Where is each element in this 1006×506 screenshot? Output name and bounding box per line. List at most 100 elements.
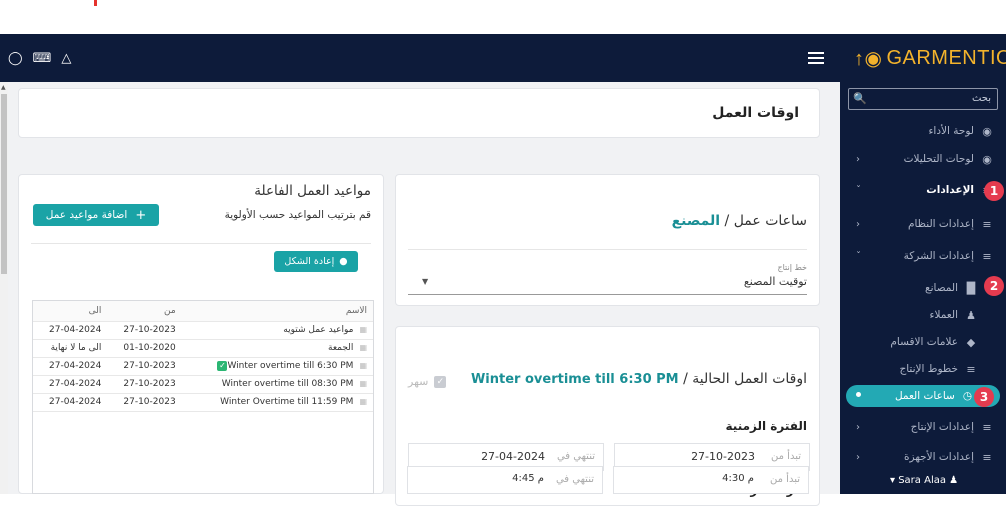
field-label: تبدأ من [771, 451, 801, 462]
chat-icon[interactable]: ◯ [8, 51, 23, 66]
sidebar-item-production-settings[interactable]: ≡ إعدادات الإنتاج ‹ [840, 416, 1006, 438]
sidebar-item-section-tags[interactable]: ◆ علامات الاقسام [840, 331, 1006, 353]
drag-handle-icon[interactable]: ▦ [359, 361, 367, 370]
logo-text: GARMENTIO [886, 46, 1006, 69]
scrollbar[interactable]: ▲ [0, 82, 8, 494]
row-name: Winter Overtime till 11:59 PM [220, 397, 354, 407]
table-row[interactable]: ▦ مواعيد عمل شتويه 27-10-2023 27-04-2024 [33, 321, 373, 340]
step-badge-2: 2 [984, 276, 1004, 296]
production-line-select[interactable]: توقيت المصنع ▼ [408, 273, 807, 295]
active-hours-table: الاسم من الى ▦ مواعيد عمل شتويه 27-10-202… [32, 300, 374, 494]
current-hours-title: اوقات العمل الحالية / Winter overtime ti… [471, 371, 807, 387]
table-row[interactable]: ▦ Winter overtime till 08:30 PM 27-10-202… [33, 375, 373, 394]
table-row[interactable]: ▦ ✓ Winter overtime till 6:30 PM 27-10-202… [33, 357, 373, 376]
select-value: توقيت المصنع [743, 275, 807, 288]
menu-toggle-icon[interactable] [808, 52, 824, 64]
step-badge-1: 1 [984, 181, 1004, 201]
row-from: 27-10-2023 [107, 375, 182, 394]
search-placeholder: بحث [971, 93, 991, 104]
search-input[interactable]: 🔍 بحث [848, 88, 998, 110]
lines-icon: ≡ [966, 362, 976, 376]
period-heading: الفترة الزمنية [725, 419, 807, 433]
row-from: 27-10-2023 [107, 357, 182, 376]
sidebar-item-analytics[interactable]: ◉ لوحات التحليلات ‹ [840, 148, 1006, 170]
sidebar: 🔍 بحث ◉ لوحة الأداء ◉ لوحات التحليلات ‹ ≡ ال… [840, 82, 1006, 494]
field-value: 27-04-2024 [481, 450, 545, 463]
active-hours-title: مواعيد العمل الفاعلة [254, 183, 371, 199]
red-mark [94, 0, 97, 6]
logo-icon: ↑◉ [854, 47, 883, 70]
sidebar-item-production-lines[interactable]: ≡ خطوط الإنتاج [840, 358, 1006, 380]
row-to: 27-04-2024 [33, 357, 108, 376]
sidebar-item-company-settings[interactable]: ≡ إعدادات الشركة ˇ [840, 245, 1006, 267]
divider [408, 249, 807, 250]
add-working-hours-button[interactable]: اضافة مواعيد عمل + [33, 204, 159, 226]
sidebar-item-clients[interactable]: ♟ العملاء [840, 304, 1006, 326]
chevron-down-icon: ˇ [856, 250, 861, 262]
drag-handle-icon[interactable]: ▦ [359, 343, 367, 352]
button-label: اضافة مواعيد عمل [45, 209, 128, 221]
sidebar-item-label: علامات الاقسام [890, 336, 958, 348]
top-icons: ◯ ⌨ △ [8, 34, 71, 82]
drag-handle-icon[interactable]: ▦ [359, 397, 367, 406]
table-row[interactable]: ▦ الجمعة 01-10-2020 الى ما لا نهاية [33, 339, 373, 358]
row-to: 27-04-2024 [33, 375, 108, 394]
factory-hours-title: ساعات عمل / المصنع [672, 213, 807, 229]
drag-handle-icon[interactable]: ▦ [359, 325, 367, 334]
user-name: Sara Alaa [898, 475, 946, 486]
chevron-left-icon: ‹ [856, 153, 860, 165]
active-hours-subtitle: قم بترتيب المواعيد حسب الأولوية [224, 209, 371, 221]
check-icon: ✓ [217, 361, 228, 371]
bell-icon[interactable]: △ [61, 51, 71, 66]
column-header-from: من [107, 301, 182, 322]
month-label: سهر [408, 375, 429, 388]
sidebar-item-factories[interactable]: █ المصانع [840, 277, 1006, 299]
field-value: 27-10-2023 [691, 450, 755, 463]
sidebar-item-label: لوحة الأداء [928, 125, 974, 137]
break-start-field[interactable]: تبدأ من 4:30 م [613, 466, 809, 494]
clock-icon: ◷ [962, 390, 972, 402]
break-end-field[interactable]: تنتهي في 4:45 م [407, 466, 603, 494]
field-value: 4:45 م [512, 473, 544, 484]
production-line-label: خط إنتاج [777, 263, 807, 272]
tag-icon: ◆ [966, 335, 976, 349]
app-logo[interactable]: ↑◉ GARMENTIO [854, 34, 1006, 82]
field-value: 4:30 م [722, 473, 754, 484]
field-label: تنتهي في [555, 474, 594, 485]
column-header-name: الاسم [181, 301, 373, 322]
scrollbar-thumb[interactable] [1, 94, 7, 274]
title-prefix: ساعات عمل / [724, 213, 807, 229]
field-label: تبدأ من [770, 474, 800, 485]
field-label: تنتهي في [556, 451, 595, 462]
divider [31, 243, 371, 244]
chevron-down-icon: ▾ [890, 475, 899, 486]
sidebar-item-label: الإعدادات [926, 184, 974, 196]
sidebar-item-device-settings[interactable]: ≡ إعدادات الأجهزة ‹ [840, 446, 1006, 468]
sidebar-item-dashboard[interactable]: ◉ لوحة الأداء [840, 120, 1006, 142]
factory-icon: █ [966, 281, 976, 295]
row-from: 01-10-2020 [107, 339, 182, 358]
sidebar-item-label: العملاء [929, 309, 958, 321]
chevron-left-icon: ‹ [856, 218, 860, 230]
sidebar-item-settings[interactable]: ≡الإعداداتˇ [840, 179, 1006, 201]
month-checkbox[interactable]: سهر ✓ [408, 375, 447, 388]
keyboard-icon[interactable]: ⌨ [33, 51, 52, 66]
sidebar-item-label: إعدادات النظام [907, 218, 974, 230]
user-menu[interactable]: ▾ Sara Alaa ♟ [890, 475, 958, 486]
sidebar-item-label: لوحات التحليلات [903, 153, 974, 165]
active-dot [856, 392, 861, 397]
table-row[interactable]: ▦ Winter Overtime till 11:59 PM 27-10-202… [33, 393, 373, 412]
button-label: إعادة الشكل [284, 256, 335, 267]
info-icon: ● [339, 256, 348, 267]
row-name: الجمعة [328, 343, 354, 353]
drag-handle-icon[interactable]: ▦ [359, 379, 367, 388]
factory-hours-card: ساعات عمل / المصنع خط إنتاج توقيت المصنع… [395, 174, 820, 306]
sliders-icon: ≡ [982, 420, 992, 434]
check-icon: ✓ [434, 375, 447, 388]
sidebar-item-label: إعدادات الإنتاج [910, 421, 974, 433]
plus-icon: + [135, 207, 147, 223]
sidebar-item-system-settings[interactable]: ≡ إعدادات النظام ‹ [840, 213, 1006, 235]
top-bar: ◯ ⌨ △ ↑◉ GARMENTIO [0, 34, 1006, 82]
row-name: Winter overtime till 08:30 PM [221, 379, 354, 389]
reset-layout-button[interactable]: إعادة الشكل ● [274, 251, 358, 272]
